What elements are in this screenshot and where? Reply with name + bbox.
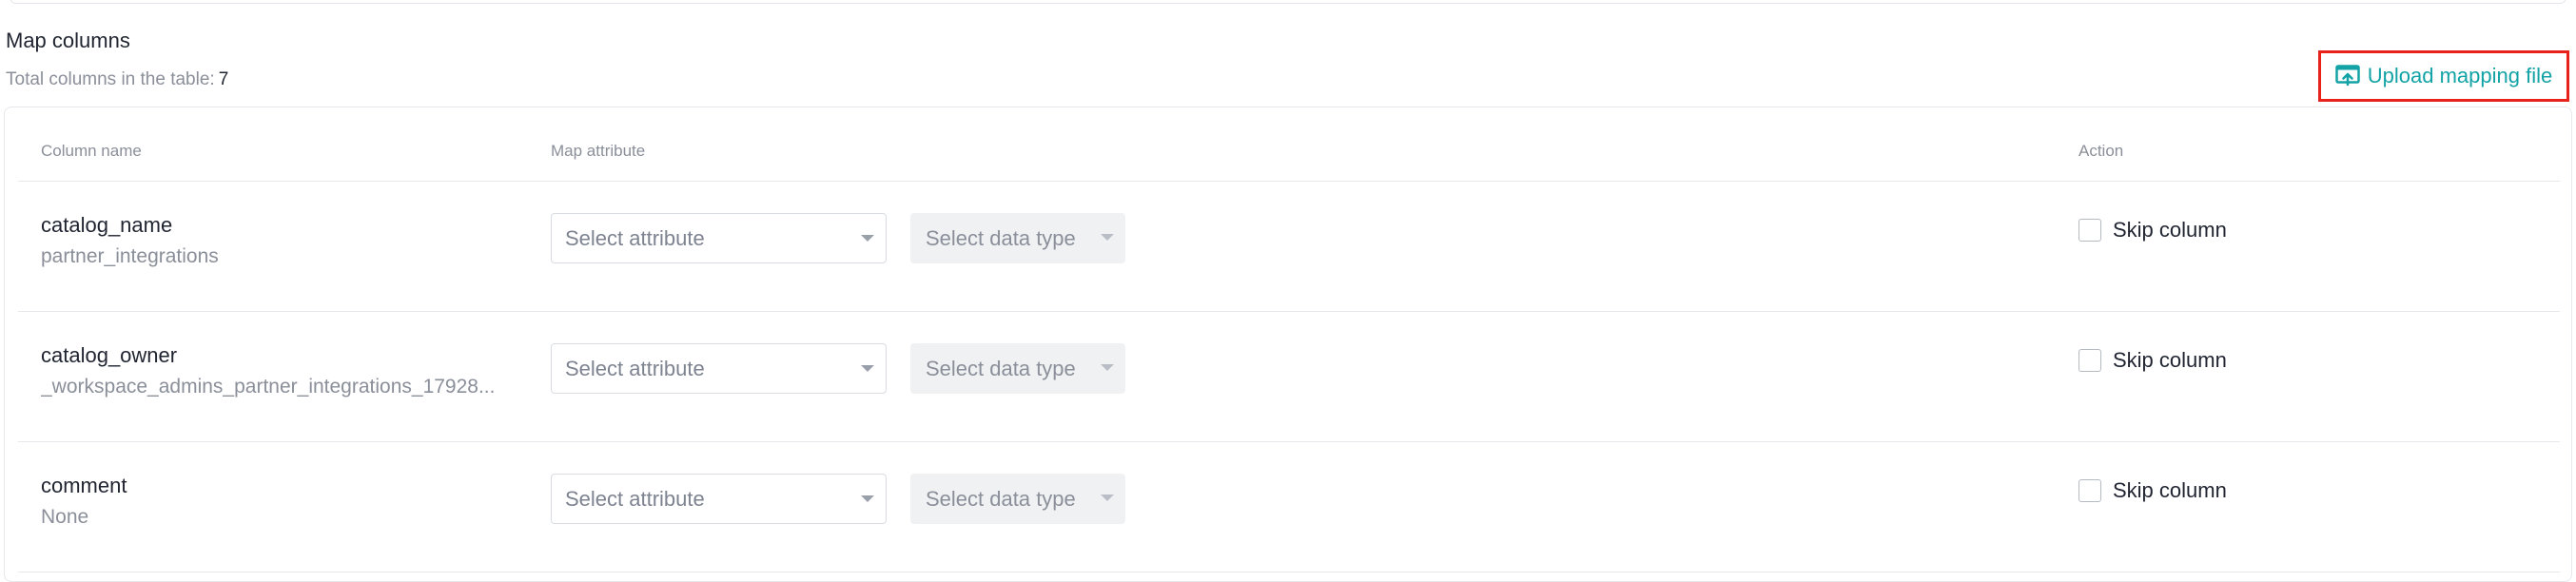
chevron-down-icon: [861, 495, 874, 502]
chevron-down-icon: [861, 235, 874, 242]
column-name: catalog_owner: [41, 343, 178, 367]
select-data-type-dropdown[interactable]: Select data type: [910, 213, 1125, 263]
column-sample-value: partner_integrations: [41, 245, 219, 267]
header-map-attribute: Map attribute: [551, 142, 646, 160]
select-data-type-placeholder: Select data type: [926, 356, 1076, 380]
select-data-type-placeholder: Select data type: [926, 486, 1076, 511]
select-attribute-dropdown[interactable]: Select attribute: [551, 213, 887, 263]
chevron-down-icon: [1101, 495, 1114, 501]
column-sample-value: _workspace_admins_partner_integrations_1…: [41, 376, 496, 398]
column-name-cell: catalog_owner _workspace_admins_partner_…: [41, 342, 536, 400]
select-data-type-dropdown[interactable]: Select data type: [910, 474, 1125, 524]
skip-column-toggle[interactable]: Skip column: [2078, 218, 2227, 242]
table-row: catalog_name partner_integrations Select…: [18, 182, 2560, 312]
select-attribute-dropdown[interactable]: Select attribute: [551, 474, 887, 524]
total-columns-label: Total columns in the table:: [6, 69, 215, 89]
select-attribute-placeholder: Select attribute: [565, 486, 705, 511]
column-name-cell: comment None: [41, 473, 536, 531]
column-name-cell: catalog_name partner_integrations: [41, 212, 536, 270]
header-action: Action: [2078, 142, 2124, 160]
skip-column-toggle[interactable]: Skip column: [2078, 478, 2227, 503]
column-name: comment: [41, 474, 127, 497]
skip-column-label: Skip column: [2113, 348, 2227, 372]
select-attribute-placeholder: Select attribute: [565, 225, 705, 250]
table-header: Column name Map attribute Action: [18, 107, 2560, 182]
skip-column-checkbox[interactable]: [2078, 349, 2101, 372]
select-attribute-placeholder: Select attribute: [565, 356, 705, 380]
column-mapping-table: Column name Map attribute Action catalog…: [4, 107, 2572, 582]
table-row: catalog_owner _workspace_admins_partner_…: [18, 312, 2560, 442]
total-columns-line: Total columns in the table: 7: [6, 69, 228, 90]
select-data-type-placeholder: Select data type: [926, 225, 1076, 250]
previous-section-card: [10, 0, 2566, 4]
column-name: catalog_name: [41, 213, 173, 237]
select-data-type-dropdown[interactable]: Select data type: [910, 343, 1125, 394]
chevron-down-icon: [1101, 364, 1114, 371]
column-sample-value: None: [41, 506, 89, 528]
chevron-down-icon: [861, 365, 874, 372]
select-attribute-dropdown[interactable]: Select attribute: [551, 343, 887, 394]
upload-file-icon: [2335, 65, 2360, 87]
header-column-name: Column name: [41, 142, 142, 160]
table-row: comment None Select attribute Select dat…: [18, 442, 2560, 572]
skip-column-checkbox[interactable]: [2078, 219, 2101, 242]
upload-mapping-file-label: Upload mapping file: [2367, 64, 2553, 87]
skip-column-label: Skip column: [2113, 478, 2227, 502]
chevron-down-icon: [1101, 234, 1114, 241]
skip-column-checkbox[interactable]: [2078, 479, 2101, 502]
total-columns-count: 7: [218, 69, 229, 89]
skip-column-toggle[interactable]: Skip column: [2078, 348, 2227, 373]
upload-mapping-file-button[interactable]: Upload mapping file: [2318, 50, 2569, 102]
skip-column-label: Skip column: [2113, 218, 2227, 242]
section-title: Map columns: [6, 29, 130, 52]
